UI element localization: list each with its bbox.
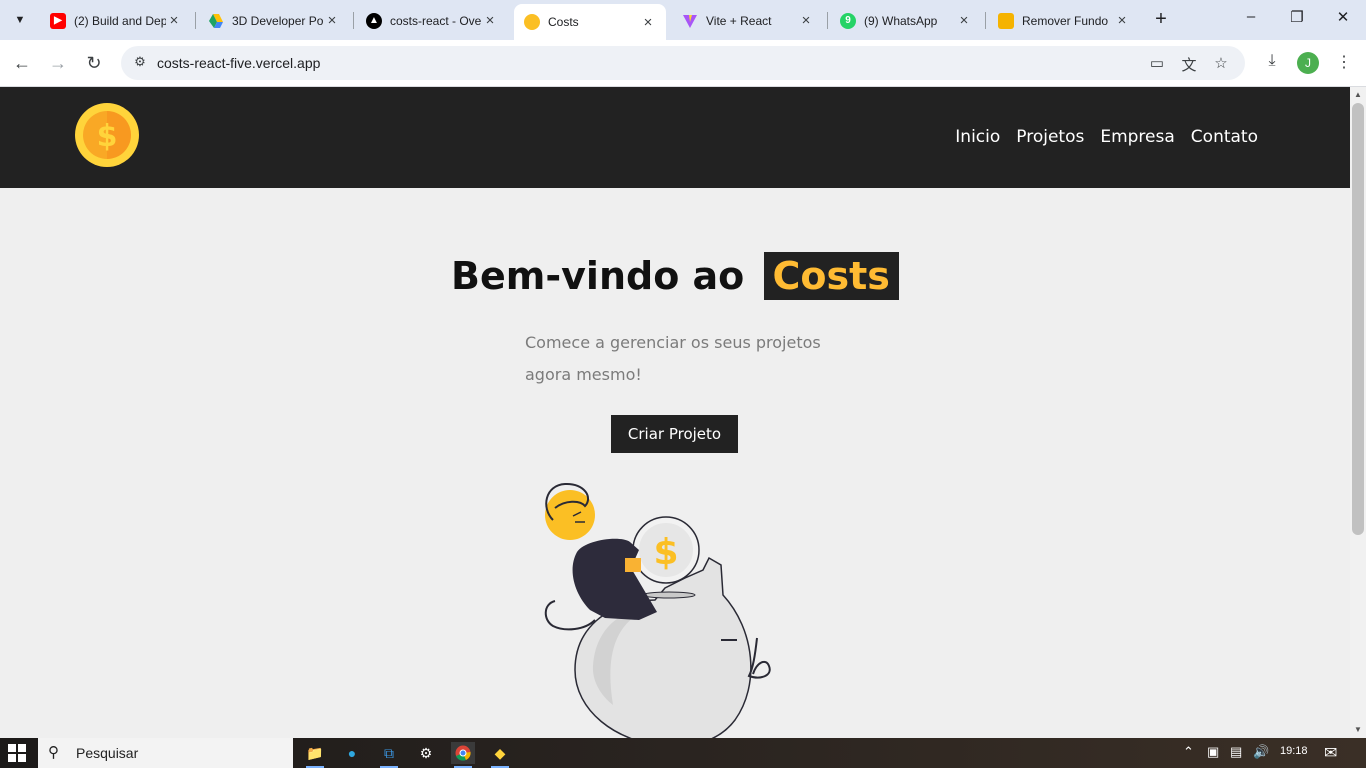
meet-now-icon[interactable]: ▣ xyxy=(1207,744,1219,760)
restore-button[interactable]: ❐ xyxy=(1285,8,1309,32)
forward-button[interactable]: → xyxy=(46,51,70,75)
browser-toolbar: ← → ↻ ⚙ costs-react-five.vercel.app ▭ 文 … xyxy=(0,40,1366,87)
close-tab-icon[interactable]: × xyxy=(1114,12,1130,29)
volume-icon[interactable]: 🔊 xyxy=(1253,744,1269,760)
costs-logo-icon[interactable]: $ xyxy=(75,103,139,167)
chevron-down-icon: ▼ xyxy=(14,14,26,26)
nav-link-contato[interactable]: Contato xyxy=(1191,127,1258,147)
tab-remover-fundo[interactable]: Remover Fundo × xyxy=(988,5,1140,36)
tab-vite[interactable]: Vite + React × xyxy=(672,5,824,36)
hero-subtitle: Comece a gerenciar os seus projetos agor… xyxy=(525,333,821,384)
hero-title-prefix: Bem-vindo ao xyxy=(451,254,745,298)
google-drive-icon xyxy=(208,13,224,29)
windows-start-icon[interactable] xyxy=(8,744,26,762)
tab-whatsapp[interactable]: 9 (9) WhatsApp × xyxy=(830,5,982,36)
minimize-button[interactable]: – xyxy=(1239,8,1263,32)
page-viewport: $ Inicio Projetos Empresa Contato Bem-vi… xyxy=(0,87,1350,738)
nav-link-inicio[interactable]: Inicio xyxy=(955,127,1000,147)
settings-icon[interactable]: ⚙ xyxy=(414,742,438,764)
tab-search-button[interactable]: ▼ xyxy=(6,7,34,33)
main-nav: Inicio Projetos Empresa Contato xyxy=(955,127,1258,147)
scroll-thumb[interactable] xyxy=(1352,103,1364,535)
vite-icon xyxy=(682,13,698,29)
scroll-up-arrow-icon[interactable]: ▲ xyxy=(1350,87,1366,103)
taskbar-clock[interactable]: 19:18 xyxy=(1280,745,1308,757)
tab-drive[interactable]: 3D Developer Portfolio × xyxy=(198,5,350,36)
new-tab-button[interactable]: + xyxy=(1150,9,1172,31)
translate-icon[interactable]: 文 xyxy=(1179,54,1199,74)
notifications-icon[interactable]: ✉ xyxy=(1324,743,1337,763)
tray-chevron-up-icon[interactable]: ⌃ xyxy=(1183,744,1194,760)
create-project-button[interactable]: Criar Projeto xyxy=(611,415,738,453)
git-app-icon[interactable]: ◆ xyxy=(488,742,512,768)
downloads-icon[interactable]: ⤓ xyxy=(1261,52,1283,74)
bookmark-star-icon[interactable]: ☆ xyxy=(1211,54,1231,74)
close-window-button[interactable]: ✕ xyxy=(1331,8,1355,32)
vercel-icon: ▲ xyxy=(366,12,382,29)
coin-icon xyxy=(524,14,540,30)
nav-link-empresa[interactable]: Empresa xyxy=(1100,127,1174,147)
network-icon[interactable]: ▤ xyxy=(1230,744,1242,760)
reload-button[interactable]: ↻ xyxy=(82,51,106,75)
close-tab-icon[interactable]: × xyxy=(166,12,182,29)
windows-taskbar: ⚲ Pesquisar 📁 ● ⧉ ⚙ ◆ ⌃ ▣ ▤ 🔊 19:18 ✉ xyxy=(0,738,1366,768)
close-tab-icon[interactable]: × xyxy=(798,12,814,29)
tab-separator xyxy=(195,12,196,29)
profile-avatar[interactable]: J xyxy=(1297,52,1319,74)
whatsapp-icon: 9 xyxy=(840,12,856,29)
back-button[interactable]: ← xyxy=(10,51,34,75)
chrome-icon[interactable] xyxy=(451,742,475,768)
close-tab-icon[interactable]: × xyxy=(956,12,972,29)
install-app-icon[interactable]: ▭ xyxy=(1147,54,1167,74)
edge-icon[interactable]: ● xyxy=(340,742,364,764)
tab-separator xyxy=(353,12,354,29)
tab-youtube[interactable]: ▶ (2) Build and Deploy × xyxy=(40,5,192,36)
site-navbar: $ Inicio Projetos Empresa Contato xyxy=(0,87,1350,188)
hero-title: Bem-vindo ao Costs xyxy=(0,252,1350,300)
nav-link-projetos[interactable]: Projetos xyxy=(1016,127,1084,147)
piggy-bank-illustration: $ xyxy=(544,482,771,738)
tab-separator xyxy=(827,12,828,29)
page-scrollbar[interactable]: ▲ ▼ xyxy=(1350,87,1366,738)
scroll-down-arrow-icon[interactable]: ▼ xyxy=(1350,722,1366,738)
tab-separator xyxy=(985,12,986,29)
tab-costs[interactable]: Costs × xyxy=(514,4,666,40)
file-explorer-icon[interactable]: 📁 xyxy=(303,742,327,768)
svg-text:$: $ xyxy=(97,119,118,154)
youtube-icon: ▶ xyxy=(50,12,66,29)
hero-title-brand: Costs xyxy=(763,252,899,300)
site-info-icon[interactable]: ⚙ xyxy=(131,54,149,72)
tab-vercel[interactable]: ▲ costs-react - Overview × xyxy=(356,5,508,36)
url-text[interactable]: costs-react-five.vercel.app xyxy=(157,55,320,71)
search-icon: ⚲ xyxy=(48,744,59,761)
tab-strip: ▼ ▶ (2) Build and Deploy × 3D Developer … xyxy=(0,0,1366,40)
svg-text:$: $ xyxy=(653,532,678,573)
taskbar-search[interactable]: ⚲ Pesquisar xyxy=(38,738,293,768)
remover-fundo-icon xyxy=(998,12,1014,29)
close-tab-icon[interactable]: × xyxy=(482,12,498,29)
vscode-icon[interactable]: ⧉ xyxy=(377,742,401,768)
address-bar[interactable]: ⚙ costs-react-five.vercel.app ▭ 文 ☆ xyxy=(121,46,1245,80)
close-tab-icon[interactable]: × xyxy=(324,12,340,29)
close-tab-icon[interactable]: × xyxy=(640,14,656,31)
menu-kebab-icon[interactable]: ⋮ xyxy=(1333,52,1355,74)
